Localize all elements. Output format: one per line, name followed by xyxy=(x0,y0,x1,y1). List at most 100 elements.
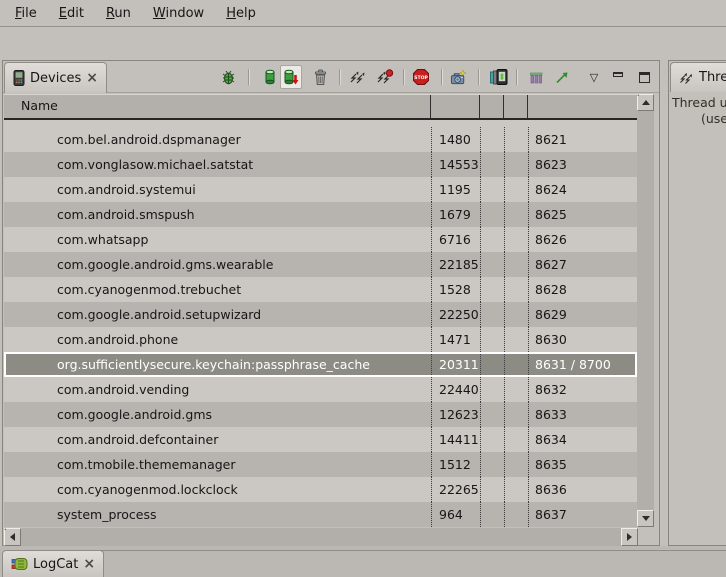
column-header-blank[interactable] xyxy=(480,95,504,118)
process-pid: 22250 xyxy=(431,302,480,327)
process-status-cell xyxy=(504,277,528,302)
process-status-cell xyxy=(480,202,504,227)
process-port: 8634 xyxy=(528,427,637,452)
column-header-pid[interactable] xyxy=(431,95,480,118)
process-pid: 1195 xyxy=(431,177,480,202)
scroll-down-button[interactable] xyxy=(637,510,654,527)
process-status-cell xyxy=(480,177,504,202)
sysinfo-bars-icon[interactable] xyxy=(527,67,545,87)
table-row[interactable]: com.whatsapp67168626 xyxy=(4,227,637,252)
process-port: 8637 xyxy=(528,502,637,527)
horizontal-scrollbar-thumb[interactable] xyxy=(4,528,6,530)
process-pid: 14553 xyxy=(431,152,480,177)
update-heap-icon[interactable] xyxy=(261,67,279,87)
minimize-icon[interactable] xyxy=(609,67,627,87)
view-menu-icon[interactable]: ▽ xyxy=(585,67,603,87)
process-name: com.android.phone xyxy=(4,327,431,352)
process-name: org.sufficientlysecure.keychain:passphra… xyxy=(6,354,431,375)
vertical-scrollbar-thumb[interactable] xyxy=(637,94,639,96)
process-port: 8626 xyxy=(528,227,637,252)
debug-process-icon[interactable] xyxy=(219,67,237,87)
toolbar-separator xyxy=(248,69,249,85)
column-header-port[interactable] xyxy=(528,95,637,118)
process-port: 8629 xyxy=(528,302,637,327)
process-pid: 22440 xyxy=(431,377,480,402)
tab-devices[interactable]: Devices × xyxy=(4,62,107,93)
scroll-up-button[interactable] xyxy=(637,94,654,111)
table-row[interactable]: com.bel.android.dspmanager14808621 xyxy=(4,127,637,152)
tab-logcat[interactable]: LogCat × xyxy=(2,550,104,577)
phone-icon xyxy=(13,70,25,86)
process-pid: 1512 xyxy=(431,452,480,477)
trend-arrow-icon[interactable] xyxy=(553,67,571,87)
table-row[interactable]: com.google.android.setupwizard222508629 xyxy=(4,302,637,327)
screen-capture-camera-icon[interactable] xyxy=(450,67,468,87)
process-port: 8627 xyxy=(528,252,637,277)
process-status-cell xyxy=(480,277,504,302)
process-status-cell xyxy=(480,302,504,327)
process-status-cell xyxy=(504,127,528,152)
process-pid: 14411 xyxy=(431,427,480,452)
maximize-icon[interactable] xyxy=(635,67,653,87)
menu-run[interactable]: Run xyxy=(95,2,142,25)
table-row[interactable]: com.google.android.gms.wearable22185 8627 xyxy=(4,252,637,277)
process-port: 8624 xyxy=(528,177,637,202)
devices-tabbar: Devices × xyxy=(3,61,659,93)
devices-view: Devices × xyxy=(2,60,660,546)
column-header-blank[interactable] xyxy=(504,95,528,118)
scroll-left-button[interactable] xyxy=(4,528,21,546)
table-row[interactable]: com.android.phone14718630 xyxy=(4,327,637,352)
device-screens-icon[interactable] xyxy=(488,67,510,87)
menu-file[interactable]: File xyxy=(4,2,48,25)
menu-edit[interactable]: Edit xyxy=(48,2,95,25)
stop-process-icon[interactable]: STOP xyxy=(412,67,430,87)
table-row[interactable]: com.google.android.gms126238633 xyxy=(4,402,637,427)
tab-threads[interactable]: Threads xyxy=(670,62,726,92)
method-profiling-icon[interactable] xyxy=(376,67,394,87)
cause-gc-trash-icon[interactable] xyxy=(311,67,329,87)
table-row[interactable]: com.cyanogenmod.lockclock222658636 xyxy=(4,477,637,502)
process-name: com.google.android.gms xyxy=(4,402,431,427)
vertical-scrollbar[interactable] xyxy=(637,94,654,527)
process-port: 8632 xyxy=(528,377,637,402)
process-status-cell xyxy=(480,354,504,375)
table-row[interactable]: com.cyanogenmod.trebuchet15288628 xyxy=(4,277,637,302)
table-row[interactable]: org.sufficientlysecure.keychain:passphra… xyxy=(4,352,637,377)
table-row[interactable]: com.android.defcontainer144118634 xyxy=(4,427,637,452)
toolbar-separator xyxy=(339,69,340,85)
table-row[interactable]: com.android.smspush16798625 xyxy=(4,202,637,227)
table-row[interactable]: com.tmobile.thememanager15128635 xyxy=(4,452,637,477)
close-icon[interactable]: × xyxy=(86,72,98,84)
process-port: 8635 xyxy=(528,452,637,477)
process-status-cell xyxy=(480,477,504,502)
process-pid: 964 xyxy=(431,502,480,527)
scroll-right-button[interactable] xyxy=(621,528,638,546)
table-row[interactable]: system_process9648637 xyxy=(4,502,637,527)
process-port: 8628 xyxy=(528,277,637,302)
horizontal-scrollbar[interactable] xyxy=(4,528,638,546)
process-status-cell xyxy=(480,377,504,402)
close-icon[interactable]: × xyxy=(83,558,95,570)
toolbar-separator xyxy=(516,69,517,85)
table-row[interactable]: com.android.vending224408632 xyxy=(4,377,637,402)
update-threads-icon[interactable] xyxy=(349,67,367,87)
menu-help[interactable]: Help xyxy=(215,2,267,25)
process-pid: 1679 xyxy=(431,202,480,227)
dump-hprof-icon[interactable] xyxy=(280,65,302,89)
table-row[interactable]: com.vonglasow.michael.satstat145538623 xyxy=(4,152,637,177)
menu-window[interactable]: Window xyxy=(142,2,215,25)
device-table-body: com.bel.android.dspmanager14808621com.vo… xyxy=(4,127,637,527)
process-port: 8636 xyxy=(528,477,637,502)
toolbar-separator xyxy=(441,69,442,85)
process-port: 8630 xyxy=(528,327,637,352)
column-header-name[interactable]: Name xyxy=(4,95,431,118)
process-pid: 22185 xyxy=(431,252,480,277)
threads-view: Threads Thread updates not enabled for s… xyxy=(668,60,726,546)
process-name: com.google.android.gms.wearable xyxy=(4,252,431,277)
process-name: com.whatsapp xyxy=(4,227,431,252)
process-port: 8625 xyxy=(528,202,637,227)
process-status-cell xyxy=(480,227,504,252)
process-pid: 1480 xyxy=(431,127,480,152)
process-status-cell xyxy=(480,152,504,177)
table-row[interactable]: com.android.systemui11958624 xyxy=(4,177,637,202)
